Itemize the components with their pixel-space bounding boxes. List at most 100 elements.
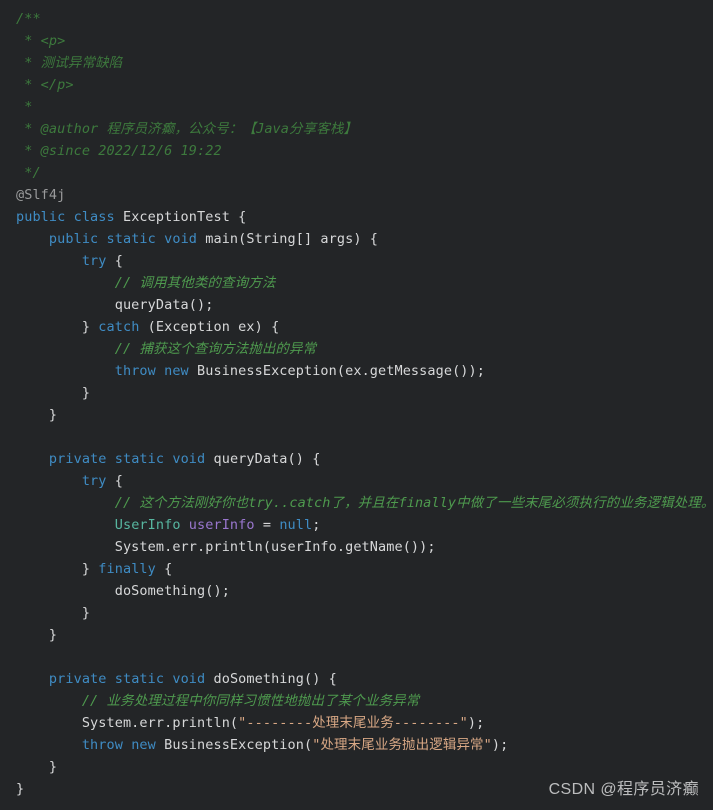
code-line[interactable]: [0, 646, 713, 668]
code-line[interactable]: // 这个方法刚好你也try..catch了，并且在finally中做了一些末尾…: [0, 492, 713, 514]
code-line[interactable]: try {: [0, 250, 713, 272]
code-line[interactable]: doSomething();: [0, 580, 713, 602]
code-line[interactable]: * 测试异常缺陷: [0, 52, 713, 74]
code-line[interactable]: try {: [0, 470, 713, 492]
code-token-plain: }: [16, 627, 58, 643]
code-line[interactable]: */: [0, 162, 713, 184]
code-content[interactable]: /** * <p> * 测试异常缺陷 * </p> * * @author 程序…: [0, 8, 713, 800]
code-line[interactable]: *: [0, 96, 713, 118]
code-token-keyword: throw new: [81, 737, 165, 753]
code-line[interactable]: }: [0, 624, 713, 646]
code-token-keyword: public static void: [48, 231, 206, 247]
code-line[interactable]: System.err.println(userInfo.getName());: [0, 536, 713, 558]
code-token-keyword: private static void: [48, 451, 214, 467]
code-line[interactable]: * @since 2022/12/6 19:22: [0, 140, 713, 162]
code-line[interactable]: public class ExceptionTest {: [0, 206, 713, 228]
code-line[interactable]: // 捕获这个查询方法抛出的异常: [0, 338, 713, 360]
code-token-plain: queryData() {: [213, 451, 321, 467]
code-token-plain: BusinessException(: [164, 737, 313, 753]
code-token-keyword: try: [81, 253, 107, 269]
code-token-plain: }: [16, 385, 91, 401]
code-token-doc: */: [16, 165, 41, 181]
code-token-keyword: throw new: [114, 363, 198, 379]
code-token-string: "--------处理末尾业务--------": [238, 715, 468, 731]
code-token-keyword: try: [81, 473, 107, 489]
code-line[interactable]: @Slf4j: [0, 184, 713, 206]
code-token-plain: }: [16, 319, 99, 335]
code-token-plain: System.err.println(userInfo.getName());: [16, 539, 436, 555]
code-line[interactable]: queryData();: [0, 294, 713, 316]
code-line[interactable]: UserInfo userInfo = null;: [0, 514, 713, 536]
code-token-plain: BusinessException(ex.getMessage());: [197, 363, 485, 379]
code-token-doc: * </p>: [16, 77, 74, 93]
code-line[interactable]: [0, 426, 713, 448]
code-token-plain: =: [254, 517, 280, 533]
csdn-watermark: CSDN @程序员济癫: [548, 781, 699, 798]
code-token-plain: );: [467, 715, 485, 731]
code-token-plain: ;: [312, 517, 321, 533]
code-token-plain: (Exception ex) {: [139, 319, 280, 335]
code-token-linecmt: // 调用其他类的查询方法: [114, 275, 276, 291]
code-token-type: UserInfo: [114, 517, 181, 533]
code-token-field: userInfo: [188, 517, 255, 533]
code-token-string: "处理末尾业务抛出逻辑异常": [312, 737, 492, 753]
code-token-doc: *: [16, 99, 33, 115]
code-line[interactable]: * <p>: [0, 30, 713, 52]
code-line[interactable]: }: [0, 404, 713, 426]
code-token-keyword: null: [279, 517, 313, 533]
code-line[interactable]: // 业务处理过程中你同样习惯性地抛出了某个业务异常: [0, 690, 713, 712]
code-line[interactable]: throw new BusinessException("处理末尾业务抛出逻辑异…: [0, 734, 713, 756]
code-token-doc: * 测试异常缺陷: [16, 55, 123, 71]
code-token-plain: doSomething() {: [213, 671, 337, 687]
code-token-plain: {: [106, 473, 123, 489]
code-line[interactable]: System.err.println("--------处理末尾业务------…: [0, 712, 713, 734]
code-line[interactable]: public static void main(String[] args) {: [0, 228, 713, 250]
code-line[interactable]: /**: [0, 8, 713, 30]
code-token-plain: System.err.println(: [16, 715, 239, 731]
code-line[interactable]: private static void doSomething() {: [0, 668, 713, 690]
code-line[interactable]: } finally {: [0, 558, 713, 580]
code-token-plain: main(String[] args) {: [205, 231, 379, 247]
code-token-keyword: private static void: [48, 671, 214, 687]
code-token-plain: );: [491, 737, 509, 753]
code-token-plain: }: [16, 605, 91, 621]
code-line[interactable]: }: [0, 602, 713, 624]
code-token-keyword: public class: [16, 209, 123, 225]
code-token-doc: /**: [16, 11, 41, 27]
code-line[interactable]: * </p>: [0, 74, 713, 96]
code-line[interactable]: private static void queryData() {: [0, 448, 713, 470]
code-token-linecmt: // 业务处理过程中你同样习惯性地抛出了某个业务异常: [81, 693, 420, 709]
code-token-plain: queryData();: [16, 297, 214, 313]
code-token-keyword: finally: [98, 561, 156, 577]
code-token-plain: ExceptionTest {: [122, 209, 247, 225]
code-line[interactable]: } catch (Exception ex) {: [0, 316, 713, 338]
code-line[interactable]: // 调用其他类的查询方法: [0, 272, 713, 294]
code-line[interactable]: throw new BusinessException(ex.getMessag…: [0, 360, 713, 382]
code-token-keyword: catch: [98, 319, 140, 335]
code-token-doc: * @since 2022/12/6 19:22: [16, 143, 222, 159]
code-token-plain: }: [16, 759, 58, 775]
code-token-plain: }: [16, 407, 58, 423]
code-token-plain: {: [106, 253, 123, 269]
code-token-plain: doSomething();: [16, 583, 230, 599]
code-token-doc: * @author 程序员济癫，公众号：【Java分享客栈】: [16, 121, 358, 137]
code-token-doc: * <p>: [16, 33, 66, 49]
code-line[interactable]: * @author 程序员济癫，公众号：【Java分享客栈】: [0, 118, 713, 140]
code-token-plain: }: [16, 781, 25, 797]
code-editor-pane: /** * <p> * 测试异常缺陷 * </p> * * @author 程序…: [0, 0, 713, 810]
code-line[interactable]: }: [0, 382, 713, 404]
code-token-linecmt: // 这个方法刚好你也try..catch了，并且在finally中做了一些末尾…: [114, 495, 713, 511]
code-token-plain: }: [16, 561, 99, 577]
